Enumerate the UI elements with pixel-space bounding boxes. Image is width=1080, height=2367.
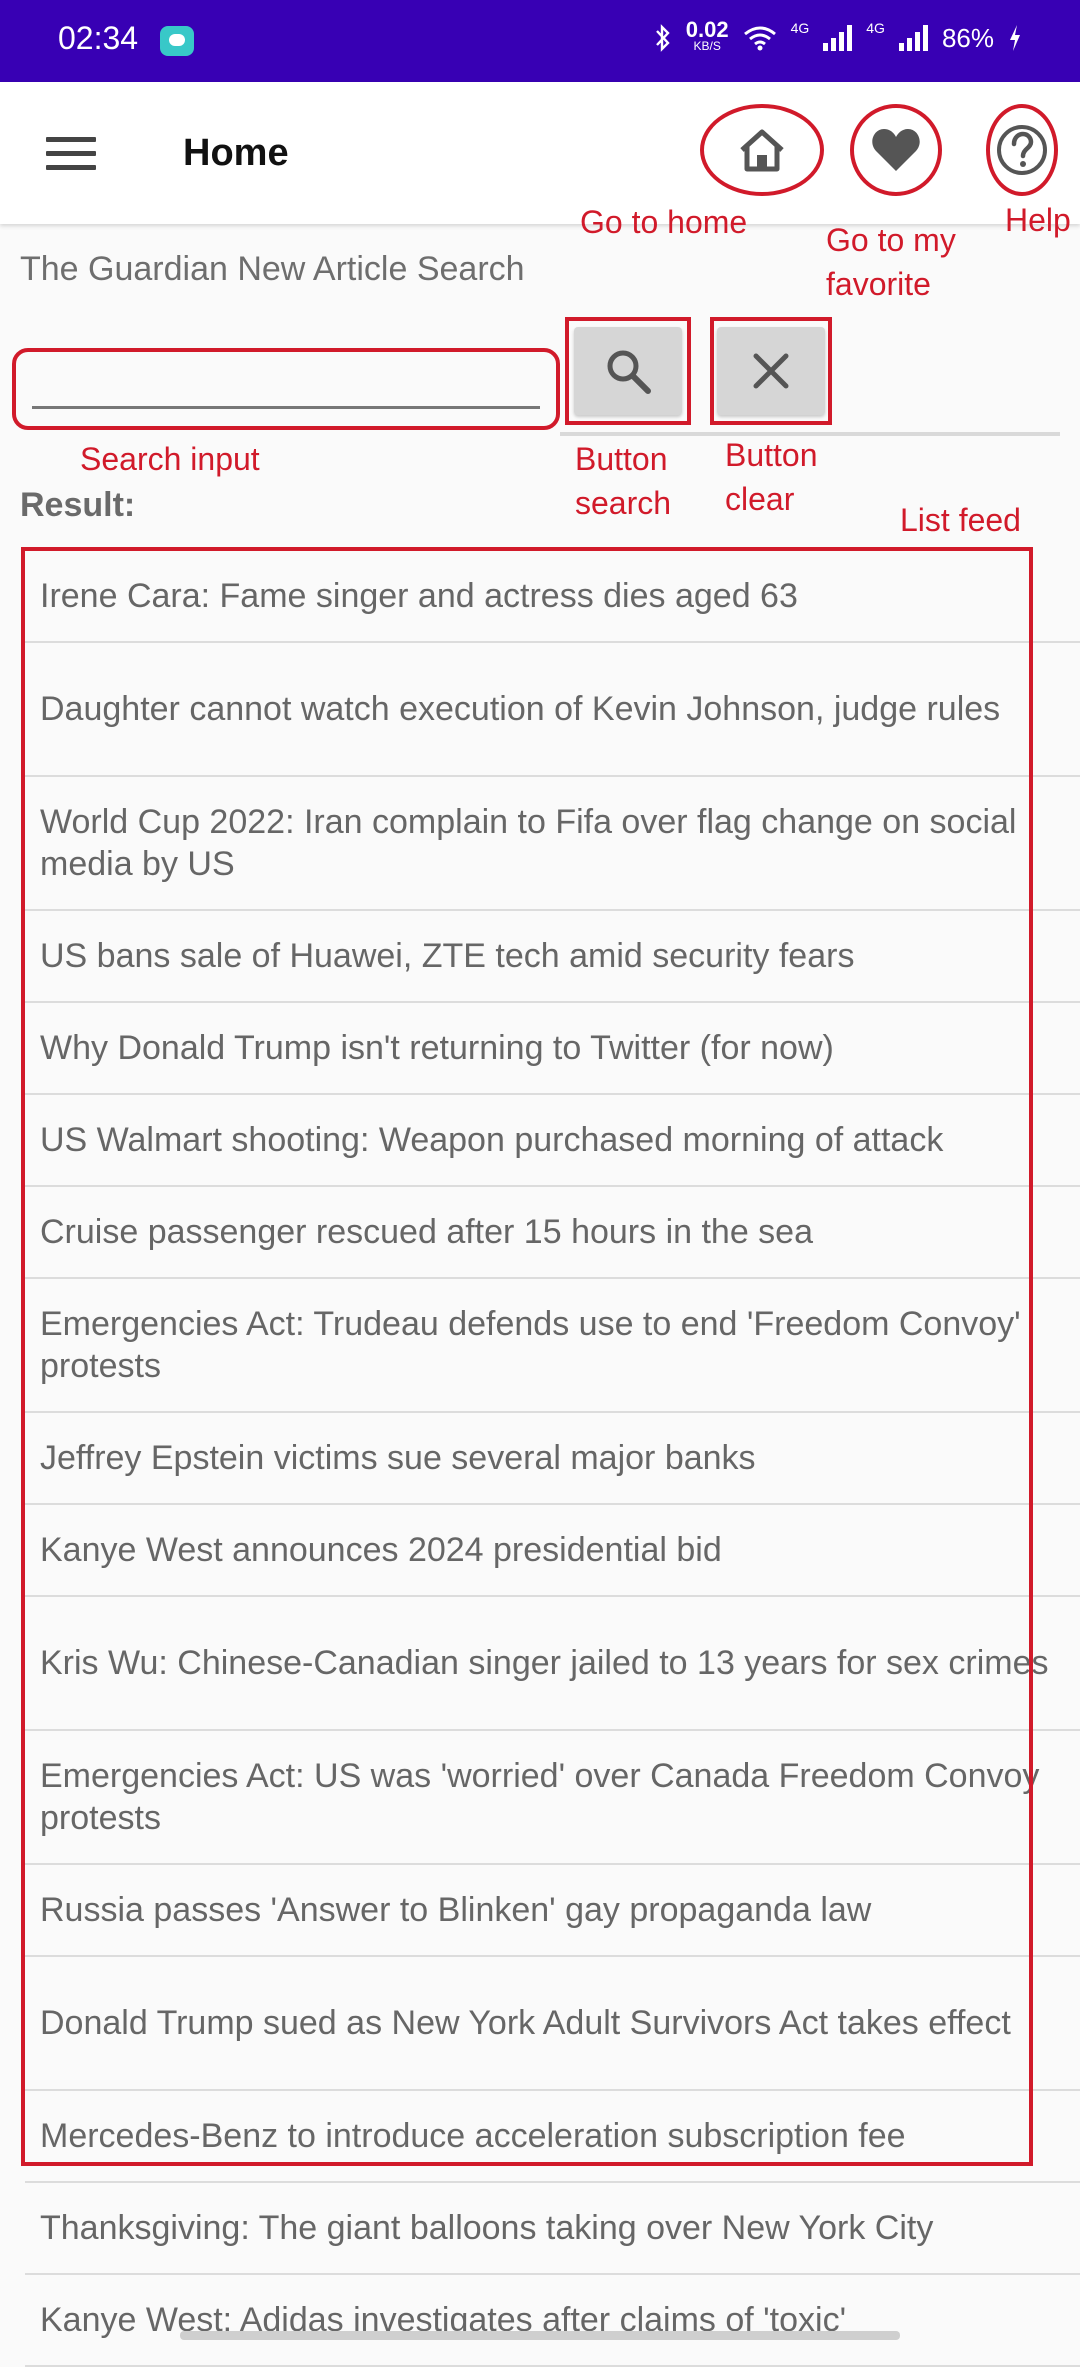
annotation-list-feed: List feed xyxy=(900,502,1021,538)
favorite-button[interactable] xyxy=(850,104,942,196)
annotation-button-clear: Button clear xyxy=(725,437,818,517)
battery-percent: 86% xyxy=(941,22,994,53)
status-bar: 02:34 0.02 KB/S 4G 4G 86% xyxy=(0,0,1080,82)
clear-button-frame xyxy=(710,317,832,425)
home-icon xyxy=(740,129,784,172)
annotation-favorite: Go to my favorite xyxy=(826,222,956,302)
help-button[interactable] xyxy=(986,104,1058,196)
status-icons: 0.02 KB/S 4G 4G 86% xyxy=(654,17,1022,54)
search-icon xyxy=(607,350,651,394)
network-type-2: 4G xyxy=(866,20,885,36)
scroll-indicator[interactable] xyxy=(180,2331,900,2340)
wifi-icon xyxy=(743,26,776,51)
chat-notification-icon xyxy=(160,26,194,56)
page-title: Home xyxy=(183,132,289,174)
divider xyxy=(560,432,1060,436)
app-subtitle: The Guardian New Article Search xyxy=(20,250,525,288)
network-type-1: 4G xyxy=(790,20,810,36)
search-input-underline xyxy=(32,406,540,409)
menu-icon[interactable] xyxy=(46,137,96,171)
bluetooth-icon xyxy=(655,24,670,52)
app-bar: Home xyxy=(0,82,1080,224)
list-feed-annotation-frame xyxy=(21,547,1033,2166)
signal-2-icon xyxy=(898,25,928,51)
close-icon xyxy=(753,353,789,389)
annotation-button-search: Button search xyxy=(575,441,672,521)
clear-button[interactable] xyxy=(717,327,825,415)
charging-icon xyxy=(1010,25,1020,51)
home-button[interactable] xyxy=(700,104,824,196)
search-input[interactable] xyxy=(12,348,560,430)
help-icon xyxy=(997,125,1047,175)
signal-1-icon xyxy=(823,25,853,51)
list-item[interactable]: Kanye West: Adidas investigates after cl… xyxy=(25,2275,1080,2367)
search-button-frame xyxy=(565,317,691,425)
network-speed: 0.02 KB/S xyxy=(685,17,729,54)
annotation-search-input: Search input xyxy=(80,441,260,477)
status-time: 02:34 xyxy=(58,20,139,56)
list-item[interactable]: Thanksgiving: The giant balloons taking … xyxy=(25,2183,1080,2275)
search-button[interactable] xyxy=(574,327,682,415)
result-label: Result: xyxy=(20,486,136,524)
annotation-home: Go to home xyxy=(580,204,748,240)
annotation-help: Help xyxy=(1005,202,1071,238)
heart-icon xyxy=(872,129,920,171)
